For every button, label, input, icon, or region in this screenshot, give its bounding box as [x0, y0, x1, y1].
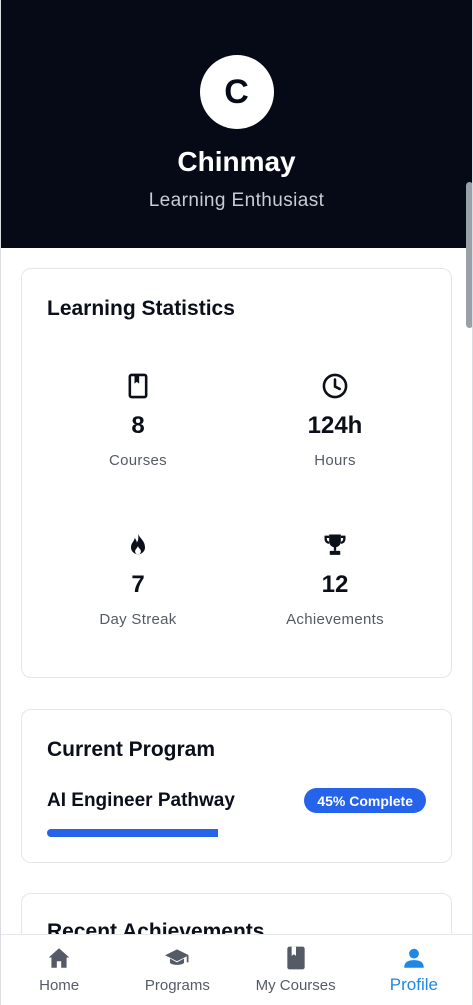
home-icon	[48, 948, 70, 968]
stat-label: Day Streak	[99, 611, 177, 628]
recent-achievements-card: Recent Achievements	[21, 893, 452, 934]
stat-courses: 8 Courses	[48, 372, 228, 469]
profile-header: C Chinmay Learning Enthusiast	[0, 0, 473, 248]
learning-statistics-title: Learning Statistics	[47, 297, 235, 320]
tab-label: Profile	[389, 975, 438, 994]
flame-icon	[131, 533, 145, 555]
book-icon	[128, 373, 148, 399]
tab-label: Home	[39, 977, 80, 994]
current-program-title: Current Program	[47, 738, 216, 761]
progress-bar	[47, 829, 426, 837]
stat-day-streak: 7 Day Streak	[48, 531, 228, 628]
tab-programs[interactable]: Programs	[118, 935, 236, 1005]
program-name[interactable]: AI Engineer Pathway	[47, 790, 235, 812]
stat-label: Hours	[314, 452, 356, 469]
stat-value: 12	[321, 571, 349, 598]
book-icon	[286, 946, 305, 970]
tab-my-courses[interactable]: My Courses	[237, 935, 355, 1005]
tab-home[interactable]: Home	[0, 935, 118, 1005]
profile-content[interactable]: Learning Statistics 8 Courses 124h Hours…	[0, 248, 473, 934]
tab-profile[interactable]: Profile	[355, 935, 473, 1005]
trophy-icon	[324, 534, 346, 555]
stat-value: 8	[131, 412, 145, 439]
stat-achievements: 12 Achievements	[245, 531, 425, 628]
scrollbar-thumb[interactable]	[466, 182, 473, 328]
tab-label: Programs	[144, 977, 210, 994]
stat-value: 7	[131, 571, 145, 598]
progress-badge: 45% Complete	[304, 788, 426, 813]
stat-label: Courses	[109, 452, 167, 469]
clock-icon	[322, 373, 348, 399]
bottom-tab-bar: Home Programs My Courses Profile	[0, 934, 473, 1005]
progress-bar-fill	[47, 829, 218, 837]
tab-label: My Courses	[255, 977, 336, 994]
stat-label: Achievements	[286, 611, 384, 628]
user-name: Chinmay	[177, 146, 296, 177]
user-role: Learning Enthusiast	[148, 190, 325, 211]
person-icon	[404, 948, 424, 968]
learning-statistics-card: Learning Statistics 8 Courses 124h Hours…	[21, 268, 452, 678]
stat-hours: 124h Hours	[245, 372, 425, 469]
recent-achievements-title: Recent Achievements	[47, 920, 265, 934]
stat-value: 124h	[307, 412, 363, 439]
current-program-card[interactable]: Current Program AI Engineer Pathway 45% …	[21, 709, 452, 863]
avatar[interactable]: C	[199, 55, 274, 129]
graduation-cap-icon	[165, 949, 190, 965]
